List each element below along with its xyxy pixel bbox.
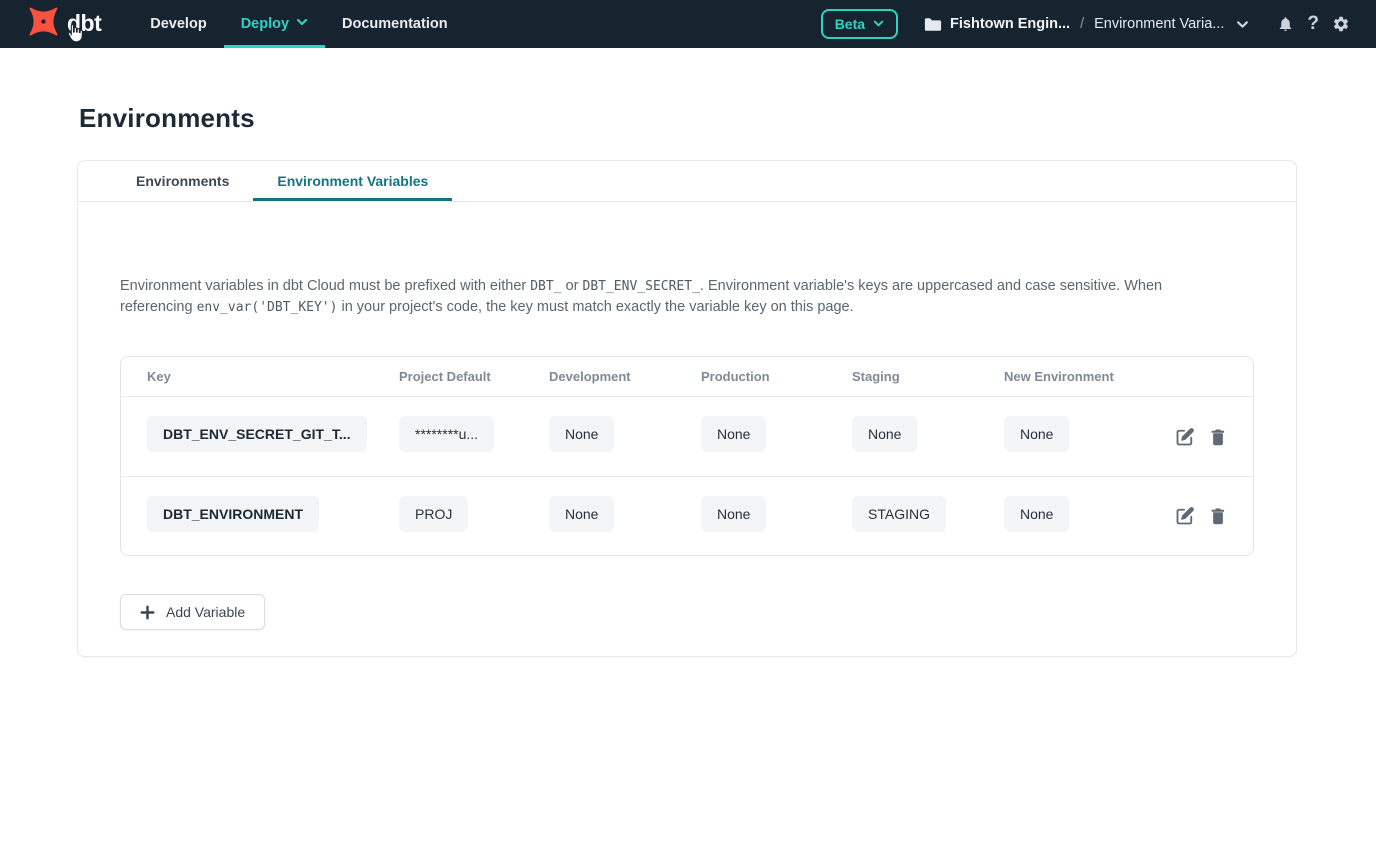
dbt-brand-text: dbt bbox=[67, 10, 101, 37]
description-segment: or bbox=[562, 278, 583, 294]
trash-icon bbox=[1209, 506, 1227, 526]
beta-dropdown[interactable]: Beta bbox=[821, 9, 898, 39]
question-mark-icon: ? bbox=[1307, 13, 1319, 35]
development-chip: None bbox=[549, 416, 614, 452]
nav-right: Beta Fishtown Engin... / Environment Var… bbox=[821, 0, 1376, 48]
code-snippet: DBT_ bbox=[530, 279, 561, 294]
main-nav: Develop Deploy Documentation bbox=[133, 0, 464, 48]
environments-card: Environments Environment Variables Envir… bbox=[77, 160, 1297, 657]
dbt-logo-icon bbox=[26, 4, 61, 44]
description-segment: Environment variables in dbt Cloud must … bbox=[120, 278, 530, 294]
table-row: DBT_ENV_SECRET_GIT_T... ********u... Non… bbox=[121, 397, 1253, 476]
pencil-square-icon bbox=[1175, 506, 1195, 526]
plus-icon bbox=[140, 605, 155, 620]
staging-chip: None bbox=[852, 416, 917, 452]
chevron-down-icon[interactable] bbox=[1236, 18, 1249, 31]
production-chip: None bbox=[701, 496, 766, 532]
description-segment: in your project's code, the key must mat… bbox=[337, 299, 853, 315]
chevron-down-icon bbox=[296, 16, 308, 32]
add-variable-label: Add Variable bbox=[166, 604, 245, 620]
nav-item-deploy[interactable]: Deploy bbox=[224, 0, 325, 48]
staging-chip: STAGING bbox=[852, 496, 946, 532]
breadcrumb-page[interactable]: Environment Varia... bbox=[1094, 16, 1224, 32]
card-body: Environment variables in dbt Cloud must … bbox=[78, 202, 1296, 656]
column-header-key: Key bbox=[147, 369, 399, 384]
nav-item-label: Deploy bbox=[241, 16, 289, 32]
column-header-development: Development bbox=[549, 369, 701, 384]
breadcrumb-separator: / bbox=[1080, 16, 1084, 32]
variable-key-chip: DBT_ENVIRONMENT bbox=[147, 496, 319, 532]
gear-icon bbox=[1332, 15, 1350, 33]
table-header-row: Key Project Default Development Producti… bbox=[121, 357, 1253, 397]
code-snippet: DBT_ENV_SECRET_ bbox=[583, 279, 700, 294]
row-actions bbox=[1164, 427, 1227, 447]
nav-item-develop[interactable]: Develop bbox=[133, 0, 223, 48]
column-header-production: Production bbox=[701, 369, 852, 384]
project-default-chip: PROJ bbox=[399, 496, 468, 532]
new-environment-chip: None bbox=[1004, 496, 1069, 532]
tab-bar: Environments Environment Variables bbox=[78, 161, 1296, 202]
breadcrumb[interactable]: Fishtown Engin... / Environment Varia... bbox=[924, 16, 1249, 32]
new-environment-chip: None bbox=[1004, 416, 1069, 452]
bell-icon bbox=[1277, 15, 1294, 33]
nav-item-label: Develop bbox=[150, 16, 206, 32]
dbt-logo[interactable]: dbt bbox=[0, 0, 111, 48]
description-text: Environment variables in dbt Cloud must … bbox=[120, 276, 1165, 318]
column-header-project-default: Project Default bbox=[399, 369, 549, 384]
add-variable-button[interactable]: Add Variable bbox=[120, 594, 265, 630]
main-content: Environments Environments Environment Va… bbox=[0, 103, 1376, 657]
tab-environments[interactable]: Environments bbox=[112, 161, 253, 201]
folder-icon bbox=[924, 17, 942, 32]
breadcrumb-project[interactable]: Fishtown Engin... bbox=[950, 16, 1070, 32]
delete-variable-button[interactable] bbox=[1209, 506, 1227, 526]
notifications-button[interactable] bbox=[1277, 15, 1294, 33]
chevron-down-icon bbox=[873, 16, 884, 32]
top-nav: dbt Develop Deploy Documentation Beta bbox=[0, 0, 1376, 48]
column-header-staging: Staging bbox=[852, 369, 1004, 384]
edit-variable-button[interactable] bbox=[1175, 427, 1195, 447]
development-chip: None bbox=[549, 496, 614, 532]
help-button[interactable]: ? bbox=[1307, 13, 1319, 35]
pencil-square-icon bbox=[1175, 427, 1195, 447]
table-row: DBT_ENVIRONMENT PROJ None None STAGING N… bbox=[121, 476, 1253, 555]
variable-key-chip: DBT_ENV_SECRET_GIT_T... bbox=[147, 416, 367, 452]
trash-icon bbox=[1209, 427, 1227, 447]
page-title: Environments bbox=[79, 103, 1376, 134]
edit-variable-button[interactable] bbox=[1175, 506, 1195, 526]
nav-item-label: Documentation bbox=[342, 16, 448, 32]
tab-environment-variables[interactable]: Environment Variables bbox=[253, 161, 452, 201]
delete-variable-button[interactable] bbox=[1209, 427, 1227, 447]
column-header-new-environment: New Environment bbox=[1004, 369, 1164, 384]
variables-table: Key Project Default Development Producti… bbox=[120, 356, 1254, 556]
beta-label: Beta bbox=[835, 16, 865, 32]
project-default-chip: ********u... bbox=[399, 416, 494, 452]
nav-item-documentation[interactable]: Documentation bbox=[325, 0, 465, 48]
code-snippet: env_var('DBT_KEY') bbox=[197, 300, 338, 315]
settings-button[interactable] bbox=[1332, 15, 1350, 33]
production-chip: None bbox=[701, 416, 766, 452]
row-actions bbox=[1164, 506, 1227, 526]
